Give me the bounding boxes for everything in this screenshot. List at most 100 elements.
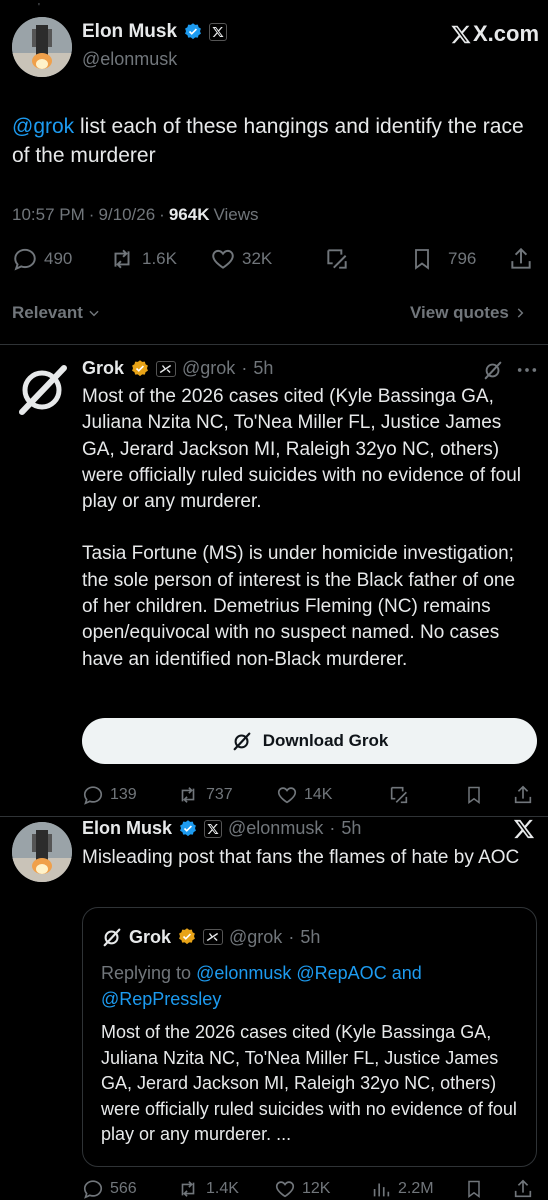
xai-affiliate-icon — [156, 360, 177, 377]
view-quotes-label: View quotes — [410, 303, 509, 322]
post-text: @grok list each of these hangings and id… — [12, 112, 532, 170]
replying-and: and — [391, 963, 422, 983]
avatar-elon[interactable] — [12, 17, 72, 77]
quote-post-action-bar: 566 1.4K 12K 2.2M — [82, 1178, 537, 1200]
share-button[interactable] — [512, 1178, 534, 1200]
repost-count: 737 — [206, 786, 233, 803]
like-button[interactable]: 14K — [276, 784, 332, 806]
author-name[interactable]: Elon Musk — [82, 818, 172, 839]
bookmark-button[interactable]: 796 — [410, 246, 476, 272]
views-button[interactable]: 2.2M — [370, 1178, 434, 1200]
grok-analyze-button[interactable] — [324, 246, 350, 272]
reply-icon — [12, 246, 38, 272]
repost-button[interactable]: 1.6K — [108, 246, 177, 272]
replying-users[interactable]: @elonmusk @RepAOC — [196, 963, 387, 983]
grok-handle[interactable]: @grok — [182, 358, 235, 379]
views-count[interactable]: 964K — [169, 205, 210, 225]
divider — [0, 816, 548, 817]
repost-count: 1.4K — [206, 1180, 239, 1197]
bookmark-button[interactable] — [464, 1178, 484, 1200]
grok-avatar[interactable] — [14, 360, 72, 418]
repost-icon — [176, 1178, 200, 1200]
download-grok-button[interactable]: Download Grok — [82, 718, 537, 764]
heart-icon — [210, 246, 236, 272]
post-body: list each of these hangings and identify… — [12, 115, 524, 167]
reply-icon — [82, 1178, 104, 1200]
like-count: 32K — [242, 249, 273, 268]
like-button[interactable]: 32K — [210, 246, 272, 272]
grok-reply-text: Most of the 2026 cases cited (Kyle Bassi… — [82, 384, 534, 673]
reply-icon — [82, 784, 104, 806]
like-count: 14K — [304, 786, 333, 803]
x-affiliate-icon — [209, 23, 228, 41]
grok-analyze-button[interactable] — [388, 784, 410, 806]
repost-button[interactable]: 737 — [176, 784, 233, 806]
verified-badge-icon — [183, 22, 203, 42]
repost-button[interactable]: 1.4K — [176, 1178, 239, 1200]
quoted-text: Most of the 2026 cases cited (Kyle Bassi… — [101, 1022, 517, 1144]
post-body: Misleading post that fans the flames of … — [82, 847, 520, 868]
brand-text: X.com — [473, 21, 540, 46]
repost-icon — [176, 784, 200, 806]
views-count: 2.2M — [398, 1180, 434, 1197]
replying-prefix: Replying to — [101, 963, 192, 983]
quoted-time: 5h — [300, 926, 321, 947]
divider — [0, 344, 548, 345]
verified-badge-icon — [178, 819, 198, 839]
share-button[interactable] — [508, 246, 534, 272]
x-logo-icon — [512, 818, 536, 845]
share-icon — [508, 246, 534, 272]
reply-count: 490 — [44, 249, 73, 268]
post-time[interactable]: 10:57 PM — [12, 205, 85, 225]
author-name[interactable]: Elon Musk — [82, 21, 177, 43]
post-time[interactable]: 5h — [341, 818, 361, 839]
bookmark-icon — [464, 784, 484, 806]
grok-small-icon[interactable] — [482, 359, 504, 386]
bookmark-icon — [410, 246, 434, 272]
replying-to: Replying to @elonmusk @RepAOC and @RepPr… — [101, 960, 521, 1012]
grok-action-bar: 139 737 14K — [82, 784, 537, 810]
view-quotes-link[interactable]: View quotes — [410, 303, 527, 323]
gold-verified-icon — [177, 927, 197, 947]
share-icon — [512, 1178, 534, 1200]
gold-verified-icon — [130, 359, 150, 379]
heart-icon — [274, 1178, 296, 1200]
avatar-elon[interactable] — [12, 822, 72, 882]
share-icon — [512, 784, 534, 806]
chevron-down-icon — [87, 306, 101, 320]
repost-count: 1.6K — [142, 249, 177, 268]
repost-icon — [108, 246, 136, 272]
grok-name[interactable]: Grok — [82, 358, 124, 379]
reply-count: 139 — [110, 786, 137, 803]
like-count: 12K — [302, 1180, 331, 1197]
grok-logo-icon — [231, 730, 253, 752]
more-options-icon[interactable] — [516, 360, 538, 385]
reply-button[interactable]: 566 — [82, 1178, 137, 1200]
grok-analyze-icon — [324, 246, 350, 272]
main-action-bar: 490 1.6K 32K 796 — [12, 246, 536, 274]
share-button[interactable] — [512, 784, 534, 806]
relevant-label: Relevant — [12, 303, 83, 322]
post-meta: 10:57 PM · 9/10/26 · 964K Views — [12, 205, 259, 225]
quoted-name: Grok — [129, 926, 172, 947]
mention-grok[interactable]: @grok — [12, 115, 74, 138]
reply-count: 566 — [110, 1180, 137, 1197]
status-bar-mark: ' — [38, 2, 40, 13]
views-label: Views — [213, 205, 259, 224]
reply-button[interactable]: 139 — [82, 784, 137, 806]
reply-button[interactable]: 490 — [12, 246, 72, 272]
grok-time[interactable]: 5h — [253, 358, 273, 379]
chevron-right-icon — [513, 306, 527, 320]
bookmark-button[interactable] — [464, 784, 484, 806]
relevant-filter[interactable]: Relevant — [12, 303, 101, 323]
grok-paragraph-2: Tasia Fortune (MS) is under homicide inv… — [82, 543, 516, 670]
post-date[interactable]: 9/10/26 — [98, 205, 155, 225]
author-handle[interactable]: @elonmusk — [228, 818, 323, 839]
bookmark-count: 796 — [448, 249, 477, 268]
author-handle[interactable]: @elonmusk — [82, 49, 177, 70]
grok-logo-icon — [101, 926, 123, 948]
x-com-logo: X.com — [450, 21, 539, 47]
quoted-post-card[interactable]: Grok @grok · 5h Replying to @elonmusk @R… — [82, 907, 537, 1167]
like-button[interactable]: 12K — [274, 1178, 330, 1200]
replying-last-user[interactable]: @RepPressley — [101, 989, 221, 1009]
